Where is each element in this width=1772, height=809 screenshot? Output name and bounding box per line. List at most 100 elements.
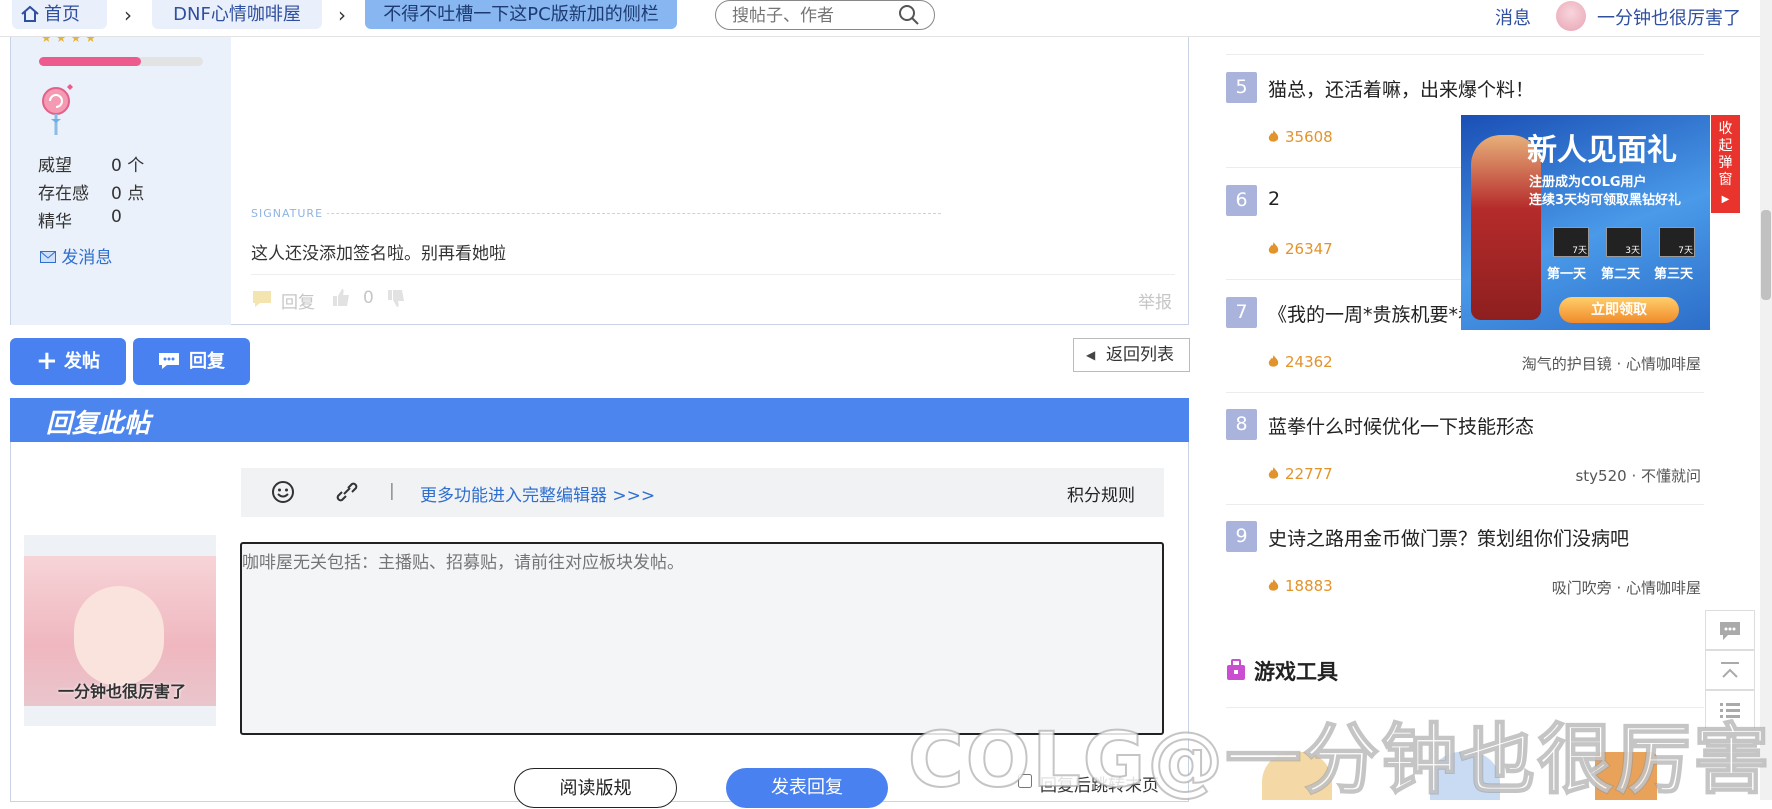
messages-link[interactable]: 消息 <box>1495 4 1531 30</box>
rank-badge: 8 <box>1226 409 1257 440</box>
reply-label: 回复 <box>189 351 225 372</box>
points-rules-link[interactable]: 积分规则 <box>1067 481 1135 506</box>
new-post-label: 发帖 <box>64 351 100 372</box>
reward-badge: 3天 <box>1625 246 1640 256</box>
send-message-label: 发消息 <box>61 248 113 268</box>
breadcrumb-separator-icon: › <box>124 3 132 27</box>
rank-badge: 5 <box>1226 72 1257 103</box>
emoji-icon[interactable] <box>271 480 295 504</box>
flame-icon <box>1268 467 1279 479</box>
toolbar-divider: | <box>389 481 395 501</box>
lollipop-badge-icon <box>42 84 73 135</box>
flame-icon <box>1268 242 1279 254</box>
page-scrollbar[interactable] <box>1760 0 1772 800</box>
breadcrumb-separator-icon: › <box>338 3 346 27</box>
promo-subtitle-2: 连续3天均可领取黑钻好礼 <box>1529 193 1682 208</box>
user-avatar[interactable] <box>1556 1 1586 31</box>
reward-day-1: 第一天 <box>1547 267 1587 282</box>
hot-thread-title[interactable]: 猫总，还活着嘛，出来爆个料！ <box>1268 75 1534 102</box>
username-link[interactable]: 一分钟也很厉害了 <box>1597 4 1741 30</box>
back-to-list-label: 返回列表 <box>1106 345 1174 365</box>
search-icon[interactable] <box>898 4 920 26</box>
reply-button[interactable]: 回复 <box>133 338 250 385</box>
claim-now-button[interactable]: 立即领取 <box>1559 297 1679 323</box>
stat-value-presence: 0 点 <box>111 184 145 204</box>
promo-subtitle-1: 注册成为COLG用户 <box>1529 175 1647 190</box>
reply-bubble-icon[interactable] <box>251 289 273 309</box>
promo-popup[interactable]: 新人见面礼 注册成为COLG用户 连续3天均可领取黑钻好礼 7天 3天 7天 第… <box>1461 115 1710 330</box>
chat-icon <box>1720 622 1740 640</box>
report-link[interactable]: 举报 <box>1138 288 1172 313</box>
hot-thread-meta: 吸门吹旁 · 心情咖啡屋 <box>1551 579 1701 597</box>
breadcrumb-home-label: 首页 <box>44 4 80 25</box>
to-top-icon <box>1721 662 1739 678</box>
read-rules-button[interactable]: 阅读版规 <box>514 768 677 808</box>
game-tools-title: 游戏工具 <box>1254 660 1338 684</box>
reward-badge: 7天 <box>1678 246 1693 256</box>
submit-reply-button[interactable]: 发表回复 <box>726 768 888 808</box>
back-to-list-button[interactable]: ◀ 返回列表 <box>1073 338 1190 372</box>
breadcrumb-thread[interactable]: 不得不吐槽一下这PC版新加的侧栏 <box>365 0 677 29</box>
flame-icon <box>1268 579 1279 591</box>
search-box[interactable] <box>715 0 935 30</box>
search-input[interactable] <box>732 5 892 27</box>
heat-value: 26347 <box>1285 240 1333 258</box>
heat-value: 24362 <box>1285 353 1333 371</box>
heat-count: 22777 <box>1268 465 1333 483</box>
heat-count: 18883 <box>1268 577 1333 595</box>
hot-list-divider <box>1226 54 1704 55</box>
new-post-button[interactable]: + 发帖 <box>10 338 126 385</box>
breadcrumb-forum[interactable]: DNF心情咖啡屋 <box>152 0 322 29</box>
hot-list-divider <box>1226 392 1704 393</box>
thumbs-down-icon[interactable] <box>386 289 406 309</box>
hot-thread-title[interactable]: 2 <box>1268 188 1280 210</box>
hot-thread-title[interactable]: 《我的一周*贵族机要*看 <box>1268 300 1477 327</box>
reward-day-3: 第三天 <box>1654 267 1694 282</box>
rank-badge: 6 <box>1226 185 1257 216</box>
heat-value: 18883 <box>1285 577 1333 595</box>
author-sidebar: ★★★★ 威望 0 个 存在感 0 点 精华 0 发消息 <box>11 31 231 325</box>
hot-thread-meta: 淘气的护目镜 · 心情咖啡屋 <box>1521 355 1701 373</box>
mail-icon <box>40 251 56 263</box>
collapse-popup-button[interactable]: 收起弹窗 ▶ <box>1711 115 1740 213</box>
thumbs-up-icon[interactable] <box>331 287 351 307</box>
caret-left-icon: ◀ <box>1086 348 1096 362</box>
send-message-link[interactable]: 发消息 <box>40 243 112 268</box>
feedback-button[interactable] <box>1705 610 1755 650</box>
reward-badge: 7天 <box>1572 246 1587 256</box>
experience-bar-fill <box>39 57 141 66</box>
signature-text: 这人还没添加签名啦。别再看她啦 <box>251 244 506 264</box>
reply-section-header: 回复此帖 <box>10 398 1189 442</box>
flame-icon <box>1268 130 1279 142</box>
stat-label-presence: 存在感 <box>38 184 89 204</box>
breadcrumb-home[interactable]: 首页 <box>12 0 107 29</box>
scrollbar-thumb[interactable] <box>1761 210 1771 300</box>
reward-day-2: 第二天 <box>1601 267 1641 282</box>
post-reply-link[interactable]: 回复 <box>281 288 315 313</box>
signature-divider <box>251 213 941 214</box>
hot-thread-title[interactable]: 蓝拳什么时候优化一下技能形态 <box>1268 412 1534 439</box>
home-icon <box>21 5 39 22</box>
stat-label-essence: 精华 <box>38 212 72 232</box>
back-to-top-button[interactable] <box>1705 650 1755 690</box>
hot-thread-meta: sty520 · 不懂就问 <box>1575 467 1701 485</box>
watermark-text: COLG@一分钟也很厉害了 <box>907 714 1772 805</box>
heat-value: 22777 <box>1285 465 1333 483</box>
plus-icon: + <box>36 346 58 376</box>
heat-count: 24362 <box>1268 353 1333 371</box>
reply-avatar-frame: 一分钟也很厉害了 <box>24 535 216 726</box>
post-container: ★★★★ 威望 0 个 存在感 0 点 精华 0 发消息 SIGNATURE 这… <box>10 31 1189 325</box>
top-navigation-bar: 首页 › DNF心情咖啡屋 › 不得不吐槽一下这PC版新加的侧栏 消息 一分钟也… <box>0 0 1760 37</box>
like-count: 0 <box>363 288 374 308</box>
hot-thread-title[interactable]: 史诗之路用金币做门票？策划组你们没病吧 <box>1268 524 1629 551</box>
toolbox-icon <box>1227 659 1245 680</box>
promo-headline: 新人见面礼 <box>1527 133 1677 168</box>
full-editor-link[interactable]: 更多功能进入完整编辑器 >>> <box>420 481 655 506</box>
reward-item-icon: 7天 <box>1659 227 1695 257</box>
stat-value-essence: 0 <box>111 207 122 227</box>
link-icon[interactable] <box>334 480 360 504</box>
comment-icon <box>159 353 179 369</box>
avatar-face <box>74 586 164 686</box>
heat-count: 35608 <box>1268 128 1333 146</box>
reward-item-icon: 3天 <box>1606 227 1642 257</box>
